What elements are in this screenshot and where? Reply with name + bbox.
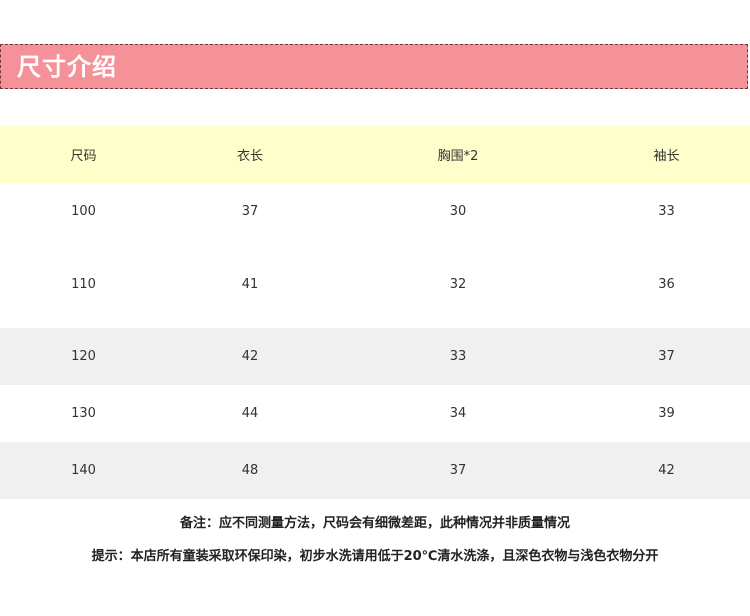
cell-size: 110 bbox=[71, 276, 96, 292]
cell-length: 41 bbox=[241, 276, 259, 292]
cell-size: 130 bbox=[71, 406, 96, 421]
cell-chest: 30 bbox=[449, 204, 467, 219]
cell-chest: 34 bbox=[449, 406, 467, 421]
header-size: 尺码 bbox=[70, 149, 97, 164]
cell-length: 44 bbox=[241, 406, 259, 421]
table-row: 140 48 37 42 bbox=[0, 442, 750, 499]
cell-sleeve: 37 bbox=[658, 349, 675, 364]
cell-chest: 37 bbox=[449, 463, 467, 478]
cell-sleeve: 33 bbox=[658, 204, 675, 219]
table-row: 110 41 32 36 bbox=[0, 240, 750, 328]
cell-length: 48 bbox=[241, 463, 259, 478]
cell-size: 120 bbox=[71, 349, 96, 364]
cell-chest: 33 bbox=[449, 349, 467, 364]
header-chest: 胸围*2 bbox=[437, 149, 479, 164]
cell-sleeve: 42 bbox=[658, 463, 675, 478]
table-row: 100 37 30 33 bbox=[0, 183, 750, 240]
size-table: 尺码 衣长 胸围*2 袖长 100 37 30 33 110 41 32 36 … bbox=[0, 126, 750, 499]
header-sleeve: 袖长 bbox=[653, 149, 680, 164]
table-row: 120 42 33 37 bbox=[0, 328, 750, 385]
cell-size: 140 bbox=[71, 463, 96, 478]
washing-tip: 提示：本店所有童装采取环保印染，初步水洗请用低于20℃清水洗涤，且深色衣物与浅色… bbox=[91, 549, 659, 564]
header-length: 衣长 bbox=[236, 149, 263, 164]
measurement-note: 备注：应不同测量方法，尺码会有细微差距，此种情况并非质量情况 bbox=[179, 516, 570, 531]
cell-length: 42 bbox=[241, 349, 259, 364]
cell-sleeve: 39 bbox=[658, 406, 675, 421]
size-intro-banner: 尺寸介绍 bbox=[0, 44, 748, 89]
cell-length: 37 bbox=[241, 204, 259, 219]
banner-title: 尺寸介绍 bbox=[17, 53, 117, 81]
table-header-row: 尺码 衣长 胸围*2 袖长 bbox=[0, 126, 750, 183]
cell-sleeve: 36 bbox=[658, 276, 675, 292]
cell-size: 100 bbox=[71, 204, 96, 219]
table-row: 130 44 34 39 bbox=[0, 385, 750, 442]
cell-chest: 32 bbox=[449, 276, 467, 292]
